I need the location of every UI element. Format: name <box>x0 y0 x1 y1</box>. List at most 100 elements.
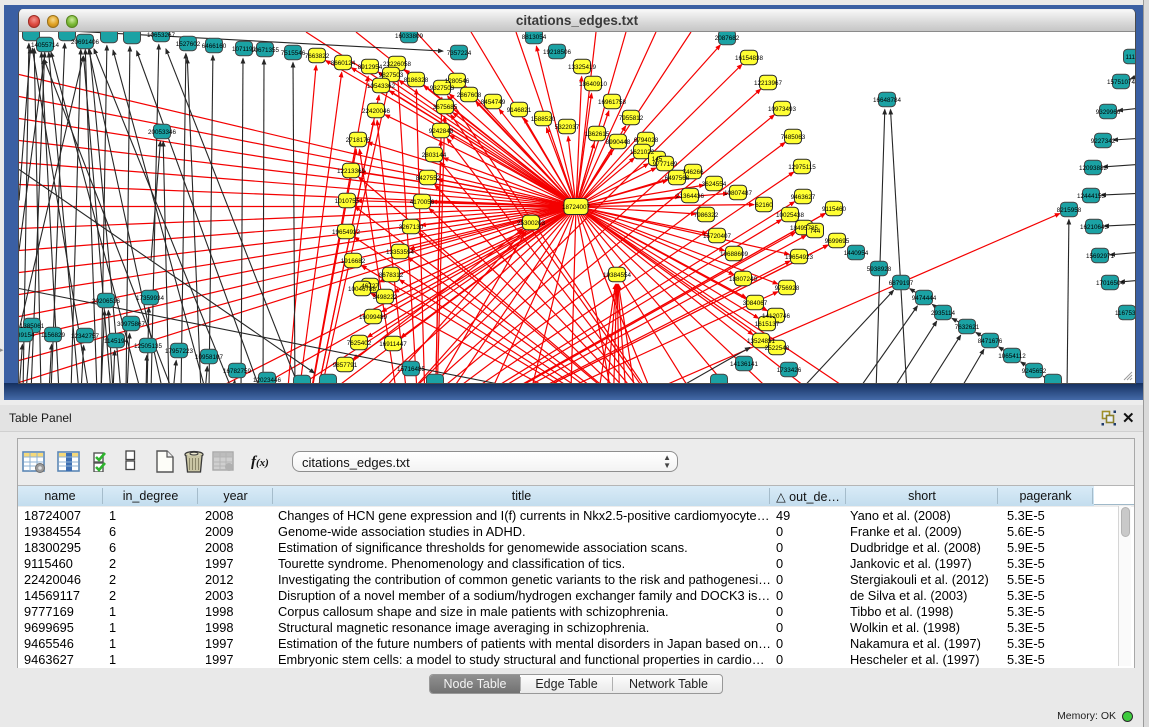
svg-text:18807249: 18807249 <box>729 275 758 282</box>
svg-text:17957223: 17957223 <box>165 347 194 354</box>
svg-text:10653267: 10653267 <box>147 32 176 39</box>
svg-text:15751074: 15751074 <box>1107 78 1135 85</box>
svg-text:3624554: 3624554 <box>702 180 727 187</box>
svg-text:18640910: 18640910 <box>579 80 608 87</box>
svg-text:15692971: 15692971 <box>1086 252 1115 259</box>
svg-text:10958107: 10958107 <box>195 353 224 360</box>
svg-text:1167534: 1167534 <box>1115 309 1135 316</box>
svg-text:16154838: 16154838 <box>735 54 764 61</box>
svg-text:19384554: 19384554 <box>603 271 632 278</box>
svg-text:1527602: 1527602 <box>176 40 201 47</box>
svg-text:9777169: 9777169 <box>653 160 678 167</box>
svg-text:25300203: 25300203 <box>517 219 546 226</box>
svg-text:3675685: 3675685 <box>433 103 458 110</box>
svg-text:6497568: 6497568 <box>665 174 690 181</box>
svg-text:3084067: 3084067 <box>743 299 768 306</box>
svg-text:10046788: 10046788 <box>348 285 377 292</box>
svg-text:15720407: 15720407 <box>703 232 732 239</box>
svg-text:13353594: 13353594 <box>386 248 415 255</box>
svg-text:9474444: 9474444 <box>912 294 937 301</box>
svg-text:2935114: 2935114 <box>931 309 956 316</box>
svg-text:12213369: 12213369 <box>337 167 366 174</box>
svg-text:7986322: 7986322 <box>694 211 719 218</box>
svg-text:12093882: 12093882 <box>1079 164 1108 171</box>
svg-text:2718176: 2718176 <box>346 136 371 143</box>
svg-text:12444153: 12444153 <box>1077 192 1106 199</box>
svg-text:6879197: 6879197 <box>889 279 914 286</box>
svg-text:1280546: 1280546 <box>445 77 470 84</box>
svg-text:30975867: 30975867 <box>117 320 146 327</box>
svg-text:17016504: 17016504 <box>1096 279 1125 286</box>
svg-text:9245652: 9245652 <box>1022 367 1047 374</box>
svg-text:10688609: 10688609 <box>720 250 749 257</box>
svg-text:7955812: 7955812 <box>619 114 644 121</box>
svg-text:9699695: 9699695 <box>825 237 850 244</box>
svg-text:2522548: 2522548 <box>765 344 790 351</box>
svg-text:1362615: 1362615 <box>585 130 610 137</box>
svg-text:16210643: 16210643 <box>1080 223 1109 230</box>
svg-text:1156829: 1156829 <box>41 331 66 338</box>
svg-text:16033809: 16033809 <box>395 32 424 39</box>
svg-text:1621022: 1621022 <box>630 148 655 155</box>
svg-text:7357224: 7357224 <box>447 49 472 56</box>
svg-text:13524851: 13524851 <box>747 337 776 344</box>
svg-text:1588520: 1588520 <box>531 115 556 122</box>
svg-text:6466160: 6466160 <box>202 42 227 49</box>
svg-text:3267130: 3267130 <box>399 223 424 230</box>
svg-text:22420046: 22420046 <box>362 107 391 114</box>
svg-text:19218506: 19218506 <box>543 48 572 55</box>
svg-text:16648784: 16648784 <box>873 96 902 103</box>
svg-text:939154: 939154 <box>19 331 35 338</box>
svg-text:8471676: 8471676 <box>978 337 1003 344</box>
svg-text:8660124: 8660124 <box>331 59 356 66</box>
svg-text:13325419: 13325419 <box>568 63 597 70</box>
svg-text:19654923: 19654923 <box>785 253 814 260</box>
svg-text:9327503: 9327503 <box>430 84 455 91</box>
svg-text:2803144: 2803144 <box>422 151 447 158</box>
svg-text:15716485: 15716485 <box>397 365 426 372</box>
svg-text:8813054: 8813054 <box>522 33 547 40</box>
svg-text:8215958: 8215958 <box>1057 206 1082 213</box>
svg-text:8990448: 8990448 <box>606 138 631 145</box>
svg-text:14055714: 14055714 <box>31 41 60 48</box>
svg-text:21364436: 21364436 <box>676 192 705 199</box>
svg-text:12505135: 12505135 <box>134 342 163 349</box>
svg-text:1916682: 1916682 <box>341 257 366 264</box>
svg-text:8912954: 8912954 <box>358 63 383 70</box>
svg-text:7625402: 7625402 <box>347 339 372 346</box>
svg-text:8454749: 8454749 <box>481 98 506 105</box>
svg-text:744: 744 <box>810 227 821 234</box>
svg-text:12342757: 12342757 <box>71 332 100 339</box>
svg-text:8678312: 8678312 <box>379 271 404 278</box>
svg-text:9115460: 9115460 <box>822 205 847 212</box>
svg-text:9463627: 9463627 <box>791 193 816 200</box>
svg-text:12975115: 12975115 <box>788 163 816 170</box>
svg-text:7632621: 7632621 <box>955 323 980 330</box>
svg-text:14120746: 14120746 <box>762 312 791 319</box>
svg-text:1615137: 1615137 <box>755 320 780 327</box>
svg-text:1112: 1112 <box>1125 53 1135 60</box>
svg-text:16961758: 16961758 <box>598 98 627 105</box>
svg-text:5322037: 5322037 <box>555 123 580 130</box>
svg-text:9146821: 9146821 <box>507 106 532 113</box>
svg-text:9242848: 9242848 <box>429 127 454 134</box>
svg-text:20691406: 20691406 <box>71 38 100 45</box>
svg-text:10025438: 10025438 <box>776 211 805 218</box>
svg-text:16099489: 16099489 <box>359 313 388 320</box>
svg-text:1733426: 1733426 <box>777 366 802 373</box>
svg-text:9227342: 9227342 <box>1091 137 1116 144</box>
svg-text:6794028: 6794028 <box>634 136 659 143</box>
svg-text:9827503: 9827503 <box>379 71 404 78</box>
svg-text:62160: 62160 <box>755 201 773 208</box>
svg-text:3498222: 3498222 <box>373 293 398 300</box>
svg-text:7515546: 7515546 <box>281 49 306 56</box>
svg-text:16911447: 16911447 <box>379 340 407 347</box>
svg-text:20206536: 20206536 <box>92 297 121 304</box>
svg-text:10654112: 10654112 <box>998 352 1026 359</box>
svg-text:10671355: 10671355 <box>251 46 280 53</box>
svg-text:10807487: 10807487 <box>724 189 753 196</box>
svg-text:4170056: 4170056 <box>410 198 435 205</box>
svg-text:14136141: 14136141 <box>730 360 759 367</box>
svg-text:19654932: 19654932 <box>332 228 361 235</box>
svg-text:8427552: 8427552 <box>416 174 441 181</box>
